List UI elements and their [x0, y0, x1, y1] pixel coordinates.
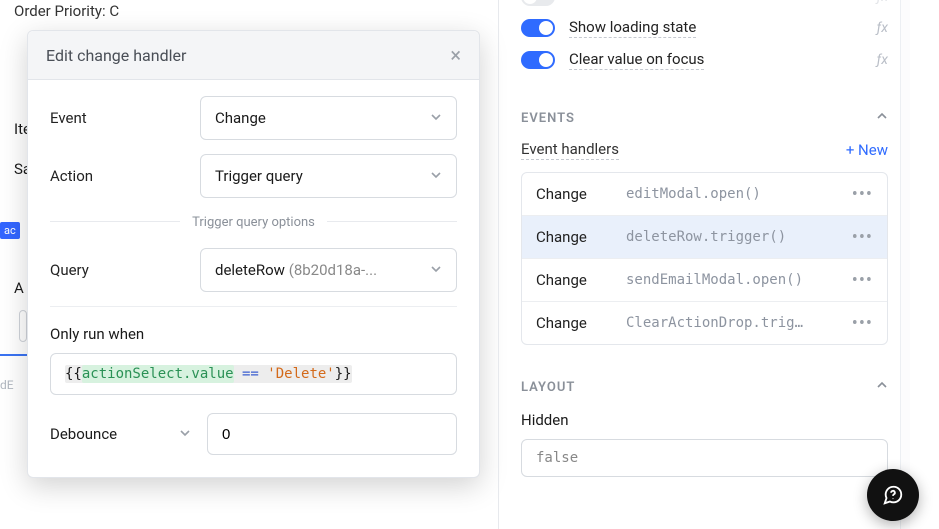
toggle-row-clear-focus: Clear value on focus ƒx [499, 44, 910, 76]
event-handlers-label: Event handlers [521, 140, 619, 160]
inspector-panel: ƒx Show loading state ƒx Clear value on … [498, 0, 910, 529]
chevron-up-icon [876, 379, 888, 395]
handler-action: ClearActionDrop.trig… [626, 315, 844, 331]
event-select-value: Change [215, 109, 266, 127]
chevron-down-icon [430, 261, 442, 279]
handler-event: Change [536, 314, 626, 332]
handler-event: Change [536, 185, 626, 203]
toggle-clear-focus[interactable] [521, 51, 555, 69]
layout-section-header[interactable]: LAYOUT [499, 365, 910, 405]
toggle-show-loading-label: Show loading state [569, 18, 696, 38]
panel-resize-handle[interactable] [900, 0, 910, 529]
hidden-input[interactable]: false [521, 439, 888, 477]
bg-tab-underline [0, 354, 30, 356]
modal-header: Edit change handler × [28, 31, 479, 80]
query-id: (8b20d18a-... [289, 261, 377, 279]
handler-event: Change [536, 228, 626, 246]
fx-icon[interactable]: ƒx [877, 0, 888, 5]
divider [50, 306, 457, 307]
more-icon[interactable]: ••• [844, 319, 873, 328]
fx-icon[interactable]: ƒx [877, 20, 888, 36]
edit-handler-modal: Edit change handler × Event Change Actio… [27, 30, 480, 478]
events-section-title: EVENTS [521, 111, 575, 126]
options-divider: Trigger query options [50, 212, 457, 230]
chevron-down-icon [430, 167, 442, 185]
handler-row[interactable]: Change sendEmailModal.open() ••• [522, 258, 887, 301]
close-icon[interactable]: × [450, 45, 461, 65]
handler-row[interactable]: Change editModal.open() ••• [522, 173, 887, 215]
toggle-row-hide-clear: ƒx [499, 0, 910, 12]
bg-order-priority: Order Priority: C [14, 2, 119, 20]
chevron-down-icon [179, 425, 191, 443]
new-handler-button[interactable]: + New [846, 141, 888, 159]
event-select[interactable]: Change [200, 96, 457, 140]
handler-action: deleteRow.trigger() [626, 229, 844, 245]
event-label: Event [50, 109, 200, 127]
debounce-label[interactable]: Debounce [50, 425, 197, 443]
event-handlers-list: Change editModal.open() ••• Change delet… [521, 172, 888, 345]
modal-title: Edit change handler [46, 46, 186, 65]
more-icon[interactable]: ••• [844, 233, 873, 242]
only-run-when-label: Only run when [50, 325, 457, 343]
hidden-label: Hidden [521, 411, 888, 429]
more-icon[interactable]: ••• [844, 190, 873, 199]
layout-section-title: LAYOUT [521, 380, 575, 395]
options-divider-label: Trigger query options [180, 215, 327, 230]
action-select-value: Trigger query [215, 167, 303, 185]
handler-row[interactable]: Change deleteRow.trigger() ••• [522, 215, 887, 258]
bg-faded-text: dE [0, 378, 14, 392]
events-section-header[interactable]: EVENTS [499, 96, 910, 136]
toggle-hide-clear[interactable] [521, 0, 555, 6]
more-icon[interactable]: ••• [844, 276, 873, 285]
bg-input-fragment[interactable] [19, 310, 27, 342]
query-select[interactable]: deleteRow (8b20d18a-... [200, 248, 457, 292]
chevron-up-icon [876, 110, 888, 126]
action-label: Action [50, 167, 200, 185]
handler-action: editModal.open() [626, 186, 844, 202]
toggle-clear-focus-label: Clear value on focus [569, 50, 704, 70]
action-select[interactable]: Trigger query [200, 154, 457, 198]
toggle-row-show-loading: Show loading state ƒx [499, 12, 910, 44]
debounce-input[interactable] [207, 413, 457, 455]
handler-action: sendEmailModal.open() [626, 272, 844, 288]
bg-component-chip[interactable]: ac [0, 222, 20, 239]
condition-input[interactable]: {{actionSelect.value == 'Delete'}} [50, 353, 457, 395]
fx-icon[interactable]: ƒx [877, 52, 888, 68]
toggle-show-loading[interactable] [521, 19, 555, 37]
chevron-down-icon [430, 109, 442, 127]
help-button[interactable] [867, 469, 919, 521]
query-name: deleteRow [215, 261, 285, 279]
bg-label-a: A [14, 279, 24, 297]
handler-event: Change [536, 271, 626, 289]
query-label: Query [50, 261, 200, 279]
handler-row[interactable]: Change ClearActionDrop.trig… ••• [522, 301, 887, 344]
